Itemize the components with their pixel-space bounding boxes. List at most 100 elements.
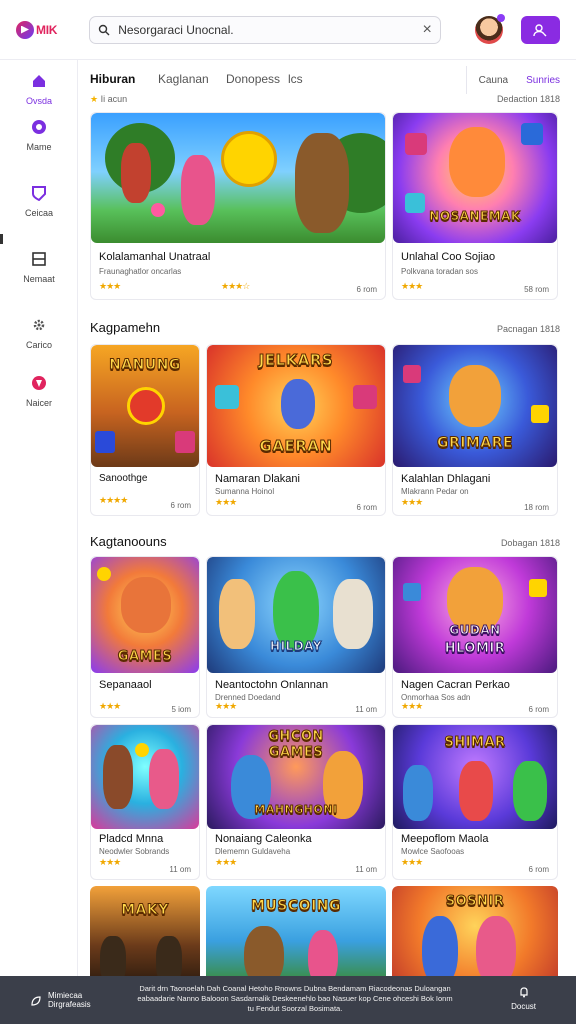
game-subtitle: Sumanna Hoinol [215, 487, 275, 496]
tab-lcs[interactable]: lcs [288, 72, 303, 86]
app-logo[interactable]: MIK [16, 20, 77, 39]
game-thumbnail: NANUNG [91, 345, 199, 467]
game-card[interactable]: GRIMARE Kalahlan Dhlagani Mlakrann Pedar… [392, 344, 558, 516]
game-title: Nagen Cacran Perkao [401, 679, 510, 691]
footer-document-link[interactable]: Docust [511, 986, 536, 1011]
game-card[interactable]: NANUNG Sanoothge ★★★★ 6 rom [90, 344, 200, 516]
tab-kaglanan[interactable]: Kaglanan [158, 72, 209, 86]
sidebar-item-home[interactable]: Ovsda [0, 72, 78, 106]
game-art-title-top: GUDAN [449, 623, 501, 638]
game-art-title: HLOMIR [444, 641, 506, 657]
game-art-title: GAMES [268, 745, 324, 761]
sidebar-item-carico[interactable]: Carico [0, 316, 78, 350]
game-card[interactable]: NOSANEMAK Unlahal Coo Sojiao Polkvana to… [392, 112, 558, 300]
game-rating: ★★★★ [99, 495, 128, 505]
home-icon [30, 72, 48, 90]
sidebar-item-ceicaa[interactable]: Ceicaa [0, 184, 78, 218]
section-see-all[interactable]: Dobagan 1818 [501, 538, 560, 548]
leaf-icon [31, 996, 41, 1006]
game-thumbnail [91, 725, 199, 829]
footer-bar: Mimiecaa Dirgrafeasis Darit drn Taonoela… [0, 976, 576, 1024]
game-size: 11 om [169, 865, 191, 874]
logo-text: MIK [36, 22, 58, 37]
game-art-title: MUSCOING [251, 898, 341, 915]
game-size: 5 iom [171, 705, 191, 714]
subbar-right[interactable]: Dedaction 1818 [497, 94, 560, 104]
game-rating-secondary: ★★★☆ [221, 281, 250, 291]
game-size: 6 rom [356, 503, 377, 512]
footer-logo-line2: Dirgrafeasis [48, 999, 91, 1009]
sidebar-item-naicer[interactable]: Naicer [0, 374, 78, 408]
game-thumbnail: SHIMAR [393, 725, 557, 829]
game-title: Kalahlan Dhlagani [401, 473, 491, 485]
window-icon [30, 250, 48, 268]
filter-cauna[interactable]: Cauna [479, 75, 508, 86]
search-input[interactable] [110, 22, 423, 37]
game-card[interactable]: MUSCOING [206, 886, 386, 986]
sidebar-item-nemaat[interactable]: Nemaat [0, 250, 78, 284]
game-title: Kolalamanhal Unatraal [99, 251, 211, 263]
game-card[interactable]: MAKY [90, 886, 200, 986]
sidebar-item-label: Ceicaa [24, 208, 53, 218]
game-card[interactable]: HILDAY Neantoctohn Onlannan Drenned Doed… [206, 556, 386, 718]
sidebar-item-label: Mame [26, 142, 52, 152]
sidebar: Ovsda Mame Ceicaa Nemaat Carico Naicer [0, 60, 78, 976]
game-thumbnail: MAKY [90, 886, 200, 986]
game-title: Namaran Dlakani [215, 473, 300, 485]
footer-right-label: Docust [511, 1002, 536, 1011]
tab-hiburan[interactable]: Hiburan [90, 72, 135, 86]
sidebar-scroll-marker [0, 234, 3, 244]
game-size: 11 om [355, 705, 377, 714]
game-card[interactable]: GHCON GAMES MAHNGHONI Nonaiang Caleonka … [206, 724, 386, 880]
game-art-title: SHIMAR [444, 735, 506, 751]
game-size: 6 rom [528, 705, 549, 714]
game-thumbnail: GUDAN HLOMIR [393, 557, 557, 673]
game-thumbnail: MUSCOING [206, 886, 386, 986]
game-card[interactable]: SHIMAR Meepoflom Maola Mowlce Saofooas ★… [392, 724, 558, 880]
avatar[interactable] [474, 13, 505, 44]
game-art-title-top: JELKARS [258, 351, 334, 370]
game-art-title: MAKY [121, 902, 169, 919]
game-subtitle: Mlakrann Pedar on [401, 487, 469, 496]
user-button[interactable] [520, 15, 560, 44]
game-card[interactable]: Pladcd Mnna Neodwler Sobrands ★★★ 11 om [90, 724, 200, 880]
tag-icon [30, 374, 48, 392]
sidebar-item-label: Carico [25, 340, 52, 350]
sidebar-item-label: Naicer [25, 398, 52, 408]
footer-logo[interactable]: Mimiecaa Dirgrafeasis [30, 991, 91, 1010]
tab-donopess[interactable]: Donopess [226, 72, 280, 86]
game-card[interactable]: JELKARS GAERAN Namaran Dlakani Sumanna H… [206, 344, 386, 516]
game-art-title: NOSANEMAK [429, 209, 521, 224]
game-title: Neantoctohn Onlannan [215, 679, 329, 691]
game-card[interactable]: GUDAN HLOMIR Nagen Cacran Perkao Onmorha… [392, 556, 558, 718]
game-thumbnail: SOSNIR [392, 886, 558, 986]
game-subtitle: Polkvana toradan sos [401, 267, 478, 276]
game-subtitle: Mowlce Saofooas [401, 847, 465, 856]
game-art-subtitle: MAHNGHONI [254, 803, 338, 817]
game-rating: ★★★ [401, 701, 423, 711]
game-rating: ★★★ [99, 857, 121, 867]
bell-icon [519, 987, 528, 998]
section-title: Kagpamehn [90, 320, 161, 335]
game-size: 58 rom [524, 285, 549, 294]
filter-sunries[interactable]: Sunries [526, 75, 560, 86]
game-card[interactable]: Kolalamanhal Unatraal Fraunaghatlor onca… [90, 112, 386, 300]
game-art-title: SOSNIR [445, 894, 505, 910]
close-icon[interactable]: × [423, 21, 432, 38]
game-art-title-top: GHCON [268, 729, 324, 745]
game-thumbnail: NOSANEMAK [393, 113, 557, 243]
top-bar: MIK × [0, 0, 576, 60]
game-card[interactable]: GAMES Sepanaaol ★★★ 5 iom [90, 556, 200, 718]
game-rating: ★★★ [401, 497, 423, 507]
game-size: 6 rom [528, 865, 549, 874]
game-art-title: NANUNG [109, 357, 181, 374]
game-art-title: HILDAY [270, 639, 322, 654]
user-icon [533, 23, 547, 36]
game-title: Meepoflom Maola [401, 833, 489, 845]
gear-icon [30, 316, 48, 334]
sidebar-item-mame[interactable]: Mame [0, 118, 78, 152]
sidebar-item-label: Ovsda [25, 96, 52, 106]
section-see-all[interactable]: Pacnagan 1818 [497, 324, 560, 334]
search-box[interactable]: × [89, 15, 441, 44]
game-card[interactable]: SOSNIR [392, 886, 558, 986]
